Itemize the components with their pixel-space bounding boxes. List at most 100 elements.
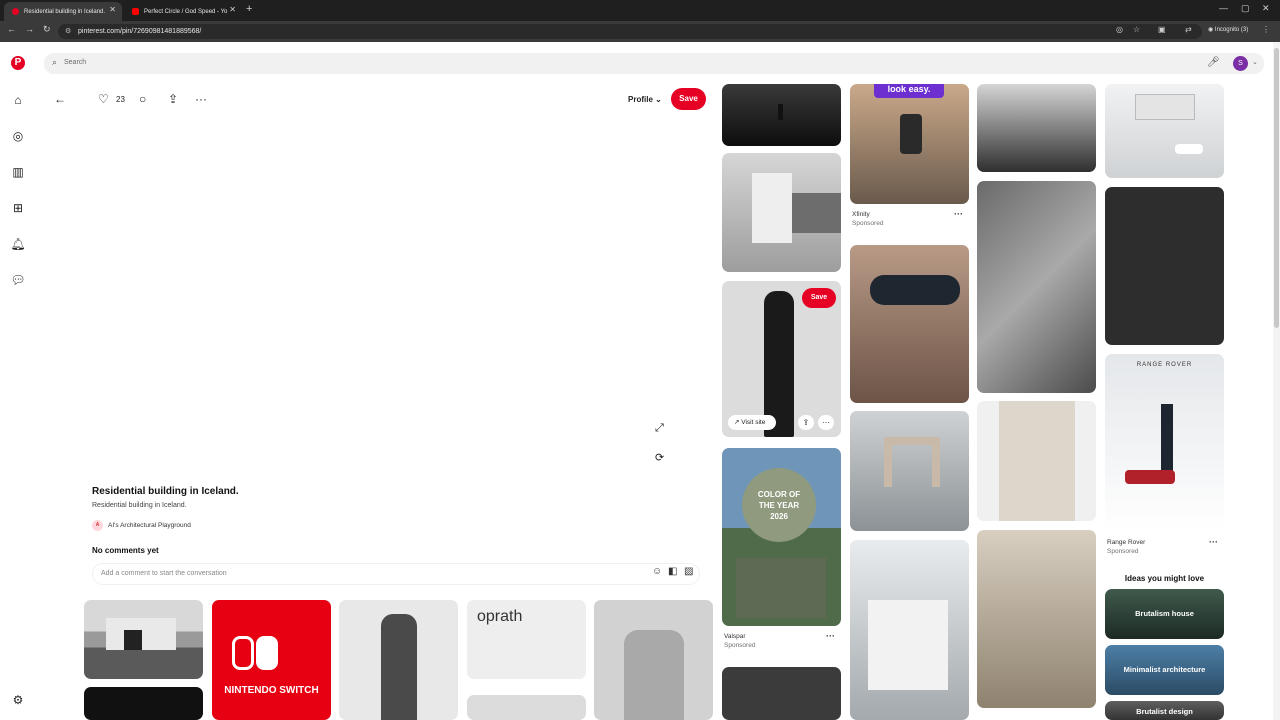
car-shape — [1175, 144, 1203, 154]
browser-tab-youtube[interactable]: Perfect Circle / God Speed - Yo ✕ — [124, 2, 242, 21]
save-button[interactable]: Save — [671, 88, 706, 110]
pin-concrete-walls[interactable] — [722, 153, 841, 272]
side-panel-icon[interactable]: ▣ — [1158, 25, 1166, 34]
pin-black-tshirt[interactable] — [1105, 187, 1224, 345]
browser-tab-bar: Residential building in Iceland. ✕ Perfe… — [0, 0, 1280, 21]
forward-icon[interactable]: → — [25, 24, 34, 34]
bookmark-star-icon[interactable]: ☆ — [1133, 25, 1140, 34]
search-bar[interactable]: ⌕ Search — [44, 53, 1264, 74]
visit-site-label: Visit site — [741, 419, 766, 426]
pin-range-rover-ad[interactable]: RANGE ROVER — [1105, 354, 1224, 532]
minimize-window-icon[interactable]: — — [1219, 3, 1228, 13]
idea-card-brutalist-design[interactable]: Brutalist design — [1105, 701, 1224, 720]
image-upload-icon[interactable]: ▨ — [684, 566, 693, 577]
pin-cream-pants[interactable] — [977, 401, 1096, 521]
house-facade — [736, 558, 826, 618]
idea-card-minimalist-architecture[interactable]: Minimalist architecture — [1105, 645, 1224, 695]
range-rover-logo: RANGE ROVER — [1136, 362, 1193, 368]
related-pin-portrait[interactable] — [467, 695, 586, 720]
visit-site-button[interactable]: ↗ Visit site — [728, 415, 776, 430]
messages-icon[interactable]: 💬︎ — [10, 272, 26, 288]
pin-gothic-architecture[interactable] — [977, 530, 1096, 708]
related-pin-house[interactable] — [84, 600, 203, 679]
incognito-indicator[interactable]: ◉ Incognito (3) — [1208, 26, 1248, 33]
site-info-icon[interactable]: ⚙ — [65, 24, 71, 39]
profile-label: Profile — [628, 95, 653, 104]
avatar[interactable]: S — [1233, 56, 1248, 71]
pin-concrete-light[interactable] — [977, 181, 1096, 393]
close-tab-icon[interactable]: ✕ — [229, 5, 236, 14]
visual-search-icon[interactable]: ⟳ — [655, 451, 664, 464]
notifications-bell-icon[interactable]: 🔔︎ — [10, 236, 26, 252]
sticker-icon[interactable]: ◧ — [668, 566, 677, 577]
idea-card-brutalism-house[interactable]: Brutalism house — [1105, 589, 1224, 639]
pinterest-logo-icon[interactable]: P — [11, 56, 25, 70]
related-pin-fashion-sweater[interactable] — [339, 600, 458, 720]
browser-tab-pinterest[interactable]: Residential building in Iceland. ✕ — [4, 2, 122, 21]
pin-dark-corridor[interactable] — [722, 84, 841, 146]
pin-concrete-pavilion[interactable] — [850, 411, 969, 531]
related-pin-oprath[interactable]: oprath — [467, 600, 586, 679]
comment-icon[interactable]: ○ — [139, 92, 146, 106]
heart-icon[interactable]: ♡ — [98, 92, 109, 106]
pin-dark-fabric[interactable] — [722, 667, 841, 720]
scrollbar-thumb[interactable] — [1274, 48, 1279, 328]
more-options-icon[interactable]: ··· — [195, 92, 207, 106]
extensions-icon[interactable]: ⇄ — [1185, 25, 1192, 34]
more-options-icon[interactable]: ··· — [826, 631, 835, 641]
sponsored-tag: Sponsored — [852, 220, 884, 227]
related-pin-nintendo-switch[interactable]: NINTENDO SWITCH — [212, 600, 331, 720]
valspar-caption-mid: THE YEAR — [758, 501, 800, 510]
pin-face-visor[interactable] — [850, 245, 969, 403]
pin-snow-house-car[interactable] — [1105, 84, 1224, 178]
reload-icon[interactable]: ↻ — [43, 24, 51, 35]
car-shape — [1125, 470, 1175, 484]
pin-interior-snow[interactable] — [977, 84, 1096, 172]
related-pin-dark[interactable] — [84, 687, 203, 720]
advertiser-name[interactable]: Valspar — [724, 633, 746, 640]
microphone-icon[interactable]: 🎤︎ — [1207, 57, 1220, 68]
back-icon[interactable]: ← — [7, 24, 16, 34]
creator-name[interactable]: AI's Architectural Playground — [108, 522, 191, 529]
search-input[interactable]: Search — [64, 59, 86, 66]
person-silhouette — [381, 614, 417, 720]
comment-input[interactable]: Add a comment to start the conversation — [92, 563, 700, 585]
settings-gear-icon[interactable]: ⚙ — [10, 692, 26, 708]
comments-heading: No comments yet — [92, 546, 159, 555]
phone-shape — [900, 114, 922, 154]
pin-white-building[interactable] — [850, 540, 969, 720]
sail-shape — [1161, 404, 1173, 474]
advertiser-name[interactable]: Range Rover — [1107, 539, 1145, 546]
home-icon[interactable]: ⌂ — [10, 92, 26, 108]
pin-description: Residential building in Iceland. — [92, 502, 187, 509]
tile-share-icon[interactable]: ⇪ — [798, 415, 814, 430]
expand-icon[interactable]: ⤢ — [655, 422, 664, 435]
close-tab-icon[interactable]: ✕ — [109, 5, 116, 14]
more-options-icon[interactable]: ··· — [1209, 537, 1218, 547]
url-text: pinterest.com/pin/72690981481889568/ — [78, 28, 202, 35]
close-window-icon[interactable]: ✕ — [1262, 3, 1270, 14]
ideas-heading: Ideas you might love — [1124, 574, 1205, 583]
maximize-window-icon[interactable]: ▢ — [1241, 3, 1250, 14]
creator-avatar[interactable]: A — [92, 520, 103, 531]
browser-menu-icon[interactable]: ⋮ — [1262, 25, 1270, 34]
create-plus-icon[interactable]: ⊞ — [10, 200, 26, 216]
related-pin-mirror-selfie[interactable] — [594, 600, 713, 720]
boards-icon[interactable]: ▥ — [10, 164, 26, 180]
back-arrow-icon[interactable]: ← — [54, 92, 66, 106]
account-chevron-down-icon[interactable]: ⌄ — [1252, 58, 1258, 66]
explore-compass-icon[interactable]: ◎ — [10, 128, 26, 144]
advertiser-name[interactable]: Xfinity — [852, 211, 870, 218]
new-tab-icon[interactable]: + — [246, 3, 252, 15]
profile-dropdown[interactable]: Profile ⌄ — [628, 95, 662, 104]
tile-save-button[interactable]: Save — [802, 288, 836, 308]
pin-valspar-ad[interactable]: COLOR OF THE YEAR 2026 — [722, 448, 841, 626]
pin-xfinity-ad[interactable]: look easy. — [850, 84, 969, 204]
emoji-icon[interactable]: ☺ — [652, 566, 662, 577]
tile-more-icon[interactable]: ··· — [818, 415, 834, 430]
share-icon[interactable]: ⇪ — [168, 92, 178, 106]
switch-joycon-right — [256, 636, 278, 670]
url-field[interactable]: ⚙ pinterest.com/pin/72690981481889568/ — [58, 24, 1202, 39]
more-options-icon[interactable]: ··· — [954, 209, 963, 219]
eye-off-icon[interactable]: ◎ — [1116, 25, 1123, 34]
